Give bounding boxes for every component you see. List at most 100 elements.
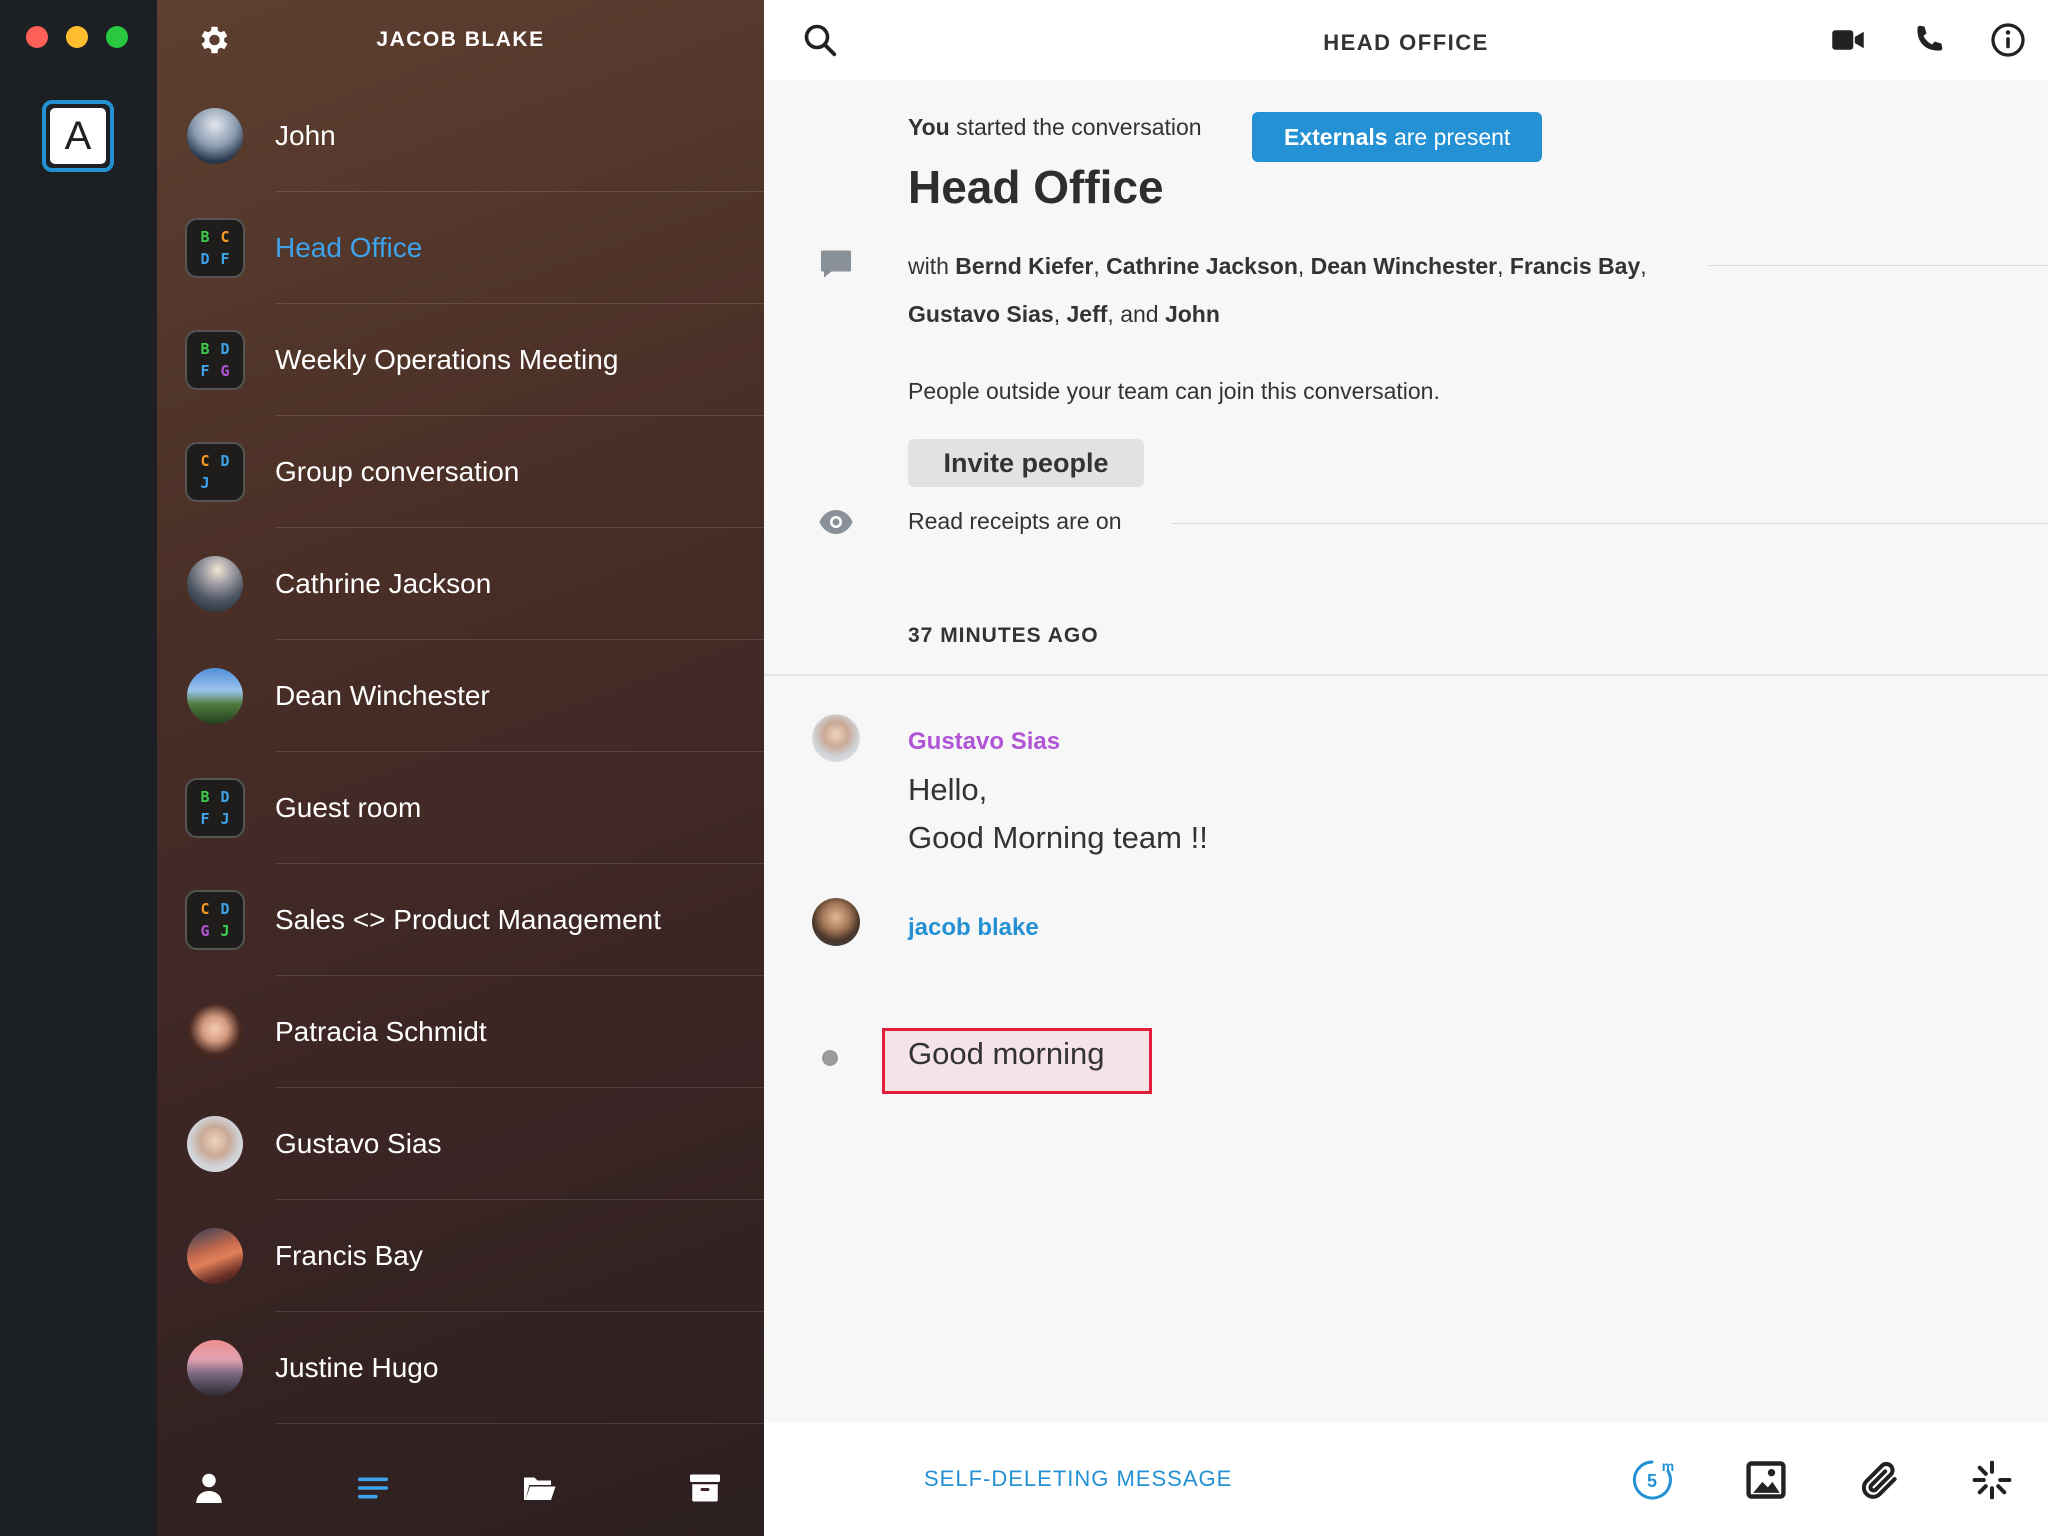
info-icon[interactable] [1990, 22, 2026, 58]
group-letter: B [200, 788, 210, 806]
group-letter: D [220, 788, 230, 806]
member-name: Jeff [1066, 301, 1108, 327]
member-name: Francis Bay [1509, 253, 1641, 279]
person-icon[interactable] [191, 1470, 227, 1506]
avatar [187, 668, 243, 724]
group-letter: F [220, 250, 230, 268]
conversation-item-head-office[interactable]: B C D F Head Office [157, 192, 764, 304]
account-switcher[interactable]: A [42, 100, 114, 172]
conversation-name: Group conversation [275, 456, 520, 487]
group-avatar: C D G J [185, 890, 245, 950]
avatar[interactable] [812, 714, 860, 762]
conversation-item-guest-room[interactable]: B D F J Guest room [157, 752, 764, 864]
conversation-item-francis-bay[interactable]: Francis Bay [157, 1200, 764, 1312]
group-letter: B [200, 228, 210, 246]
conversation-header: HEAD OFFICE [764, 0, 2048, 80]
externals-suffix: are present [1387, 124, 1511, 150]
read-receipts-status: Read receipts are on [908, 508, 1122, 534]
timestamp-divider: 37 MINUTES AGO [908, 624, 1099, 647]
group-letter: C [200, 900, 210, 918]
conversation-name: Weekly Operations Meeting [275, 344, 619, 375]
conversation-item-john[interactable]: John [157, 80, 764, 192]
timer-unit: m [1662, 1458, 1674, 1474]
group-avatar: B C D F [185, 218, 245, 278]
message-text: Hello, [908, 772, 988, 807]
conversation-item-gustavo-sias[interactable]: Gustavo Sias [157, 1088, 764, 1200]
externals-label: Externals [1284, 124, 1388, 150]
conversation-started-text: You started the conversation [908, 114, 1202, 141]
message-composer: SELF-DELETING MESSAGE 5 m [764, 1422, 2048, 1536]
member-name: Gustavo Sias [908, 301, 1054, 327]
avatar[interactable] [812, 898, 860, 946]
message-text: Good morning [908, 1036, 1105, 1071]
conversation-name: Head Office [275, 232, 423, 263]
conversation-item-patracia-schmidt[interactable]: Patracia Schmidt [157, 976, 764, 1088]
phone-icon[interactable] [1910, 22, 1946, 58]
window-minimize-button[interactable] [66, 26, 88, 48]
group-letter: D [200, 250, 210, 268]
conversation-item-dean-winchester[interactable]: Dean Winchester [157, 640, 764, 752]
group-letter: J [200, 474, 210, 492]
timer-icon[interactable]: 5 m [1630, 1458, 1674, 1502]
externals-present-badge: Externals are present [1252, 112, 1543, 162]
avatar [187, 1228, 243, 1284]
message-text: Good Morning team !! [908, 820, 1208, 855]
group-letter: G [200, 922, 210, 940]
window-close-button[interactable] [26, 26, 48, 48]
archive-icon[interactable] [687, 1470, 723, 1506]
group-letter: F [200, 362, 210, 380]
members-prefix: with [908, 253, 956, 279]
sidebar-title: JACOB BLAKE [376, 28, 545, 51]
group-avatar: B D F G [185, 330, 245, 390]
chat-bubble-icon [821, 250, 851, 278]
member-name: Dean Winchester [1310, 253, 1498, 279]
eye-icon [819, 510, 853, 534]
group-letter: C [220, 228, 230, 246]
group-avatar: B D F J [185, 778, 245, 838]
folder-icon[interactable] [521, 1470, 557, 1506]
message-author[interactable]: jacob blake [908, 914, 1039, 942]
conversation-name: Francis Bay [275, 1240, 423, 1271]
conversation-item-group-conversation[interactable]: C D J Group conversation [157, 416, 764, 528]
conversation-item-justine-hugo[interactable]: Justine Hugo [157, 1312, 764, 1424]
group-letter: F [200, 810, 210, 828]
group-letter: D [220, 900, 230, 918]
divider [764, 674, 2048, 676]
video-call-icon[interactable] [1830, 22, 1866, 58]
conversation-members: with Bernd Kiefer, Cathrine Jackson, Dea… [908, 253, 1647, 327]
group-letter: B [200, 340, 210, 358]
conversation-item-weekly-operations-meeting[interactable]: B D F G Weekly Operations Meeting [157, 304, 764, 416]
invite-people-button[interactable]: Invite people [908, 439, 1144, 487]
group-letter: D [220, 340, 230, 358]
account-initial: A [50, 108, 106, 164]
message-input[interactable]: SELF-DELETING MESSAGE [924, 1466, 1232, 1492]
message-author[interactable]: Gustavo Sias [908, 728, 1060, 756]
divider [1708, 265, 2048, 266]
conversation-list: John B C D F Head Office B D F G Weekly … [157, 80, 764, 1424]
conversation-name: Patracia Schmidt [275, 1016, 487, 1047]
conversation-title: Head Office [908, 161, 1164, 213]
timer-value: 5 [1647, 1471, 1657, 1491]
started-by: You [908, 114, 950, 140]
member-name: John [1164, 301, 1220, 327]
group-letter [215, 472, 235, 494]
image-icon[interactable] [1744, 1458, 1788, 1502]
ping-icon[interactable] [1970, 1458, 2014, 1502]
conversations-icon[interactable] [355, 1470, 391, 1506]
conversation-name: Justine Hugo [275, 1352, 439, 1383]
conversation-item-sales-product-management[interactable]: C D G J Sales <> Product Management [157, 864, 764, 976]
group-letter: G [220, 362, 230, 380]
conversation-item-cathrine-jackson[interactable]: Cathrine Jackson [157, 528, 764, 640]
conversation-name: Dean Winchester [275, 680, 490, 711]
started-suffix: started the conversation [949, 114, 1202, 140]
divider [1172, 523, 2048, 524]
group-letter: D [220, 452, 230, 470]
account-rail: A [0, 0, 157, 1536]
sidebar-header: JACOB BLAKE [157, 0, 764, 80]
sidebar-footer [157, 1440, 764, 1536]
avatar [187, 1116, 243, 1172]
attachment-icon[interactable] [1858, 1458, 1902, 1502]
conversation-name: Cathrine Jackson [275, 568, 492, 599]
group-letter: J [220, 810, 230, 828]
window-zoom-button[interactable] [106, 26, 128, 48]
